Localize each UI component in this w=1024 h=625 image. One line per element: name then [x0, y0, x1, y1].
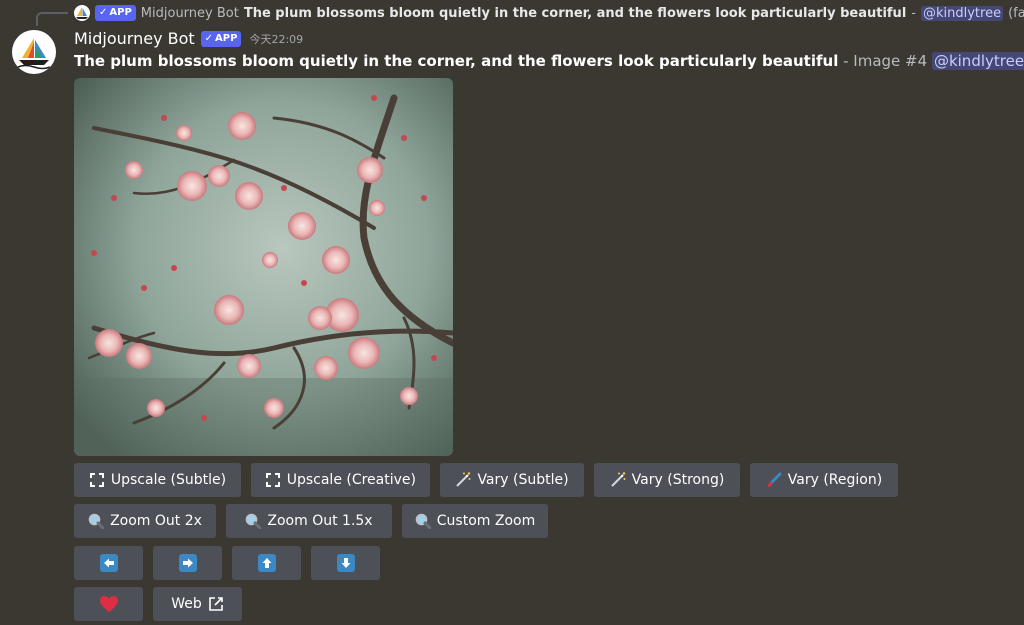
reply-preview[interactable]: ✓ APP Midjourney Bot The plum blossoms b…: [34, 4, 1024, 22]
zoom-out-2x-button[interactable]: Zoom Out 2x: [74, 504, 216, 538]
button-row-3: [74, 546, 380, 580]
message-header: Midjourney Bot ✓ APP 今天22:09: [74, 29, 303, 48]
plum-blossom-artwork: [74, 78, 453, 456]
heart-icon: [99, 594, 119, 614]
pan-down-button[interactable]: [311, 546, 380, 580]
arrow-right-icon: [178, 554, 197, 572]
message-prompt: The plum blossoms bloom quietly in the c…: [74, 52, 839, 70]
sailboat-icon: [17, 38, 51, 70]
expand-arrows-icon: [265, 472, 281, 488]
button-row-4: Web: [74, 587, 242, 621]
custom-zoom-button[interactable]: Custom Zoom: [402, 504, 548, 538]
magic-wand-icon: [455, 472, 471, 488]
message-content: The plum blossoms bloom quietly in the c…: [74, 52, 1024, 70]
vary-region-button[interactable]: Vary (Region): [750, 463, 898, 497]
upscale-subtle-button[interactable]: Upscale (Subtle): [74, 463, 241, 497]
reply-dash: -: [911, 5, 916, 21]
vary-subtle-button[interactable]: Vary (Subtle): [440, 463, 584, 497]
external-link-icon: [208, 596, 224, 612]
reply-avatar[interactable]: [74, 5, 90, 21]
arrow-up-icon: [257, 554, 276, 572]
expand-arrows-icon: [89, 472, 105, 488]
reply-author[interactable]: Midjourney Bot: [141, 6, 239, 21]
magnifier-icon: [88, 513, 105, 529]
check-icon: ✓: [204, 32, 214, 44]
arrow-left-icon: [99, 554, 118, 572]
reply-speed: (fast): [1008, 5, 1024, 21]
magnifier-icon: [245, 513, 262, 529]
reply-mention[interactable]: @kindlytree: [920, 5, 1004, 21]
reply-text[interactable]: The plum blossoms bloom quietly in the c…: [244, 6, 906, 21]
sailboat-icon: [76, 7, 88, 19]
web-link-button[interactable]: Web: [153, 587, 242, 621]
check-icon: ✓: [99, 7, 108, 18]
magic-wand-icon: [610, 472, 626, 488]
bot-avatar[interactable]: [12, 30, 56, 74]
arrow-down-icon: [336, 554, 355, 572]
message-mention[interactable]: @kindlytree: [931, 52, 1024, 70]
pan-left-button[interactable]: [74, 546, 143, 580]
message-timestamp[interactable]: 今天22:09: [249, 31, 303, 47]
zoom-out-1-5x-button[interactable]: Zoom Out 1.5x: [226, 504, 392, 538]
magnifier-icon: [415, 513, 431, 529]
message-image-number: - Image #4: [843, 52, 928, 70]
favorite-button[interactable]: [74, 587, 143, 621]
button-row-2: Zoom Out 2x Zoom Out 1.5x Custom Zoom: [74, 504, 548, 538]
pan-up-button[interactable]: [232, 546, 301, 580]
reply-app-badge: ✓ APP: [95, 5, 136, 21]
message-author[interactable]: Midjourney Bot: [74, 29, 195, 48]
pan-right-button[interactable]: [153, 546, 222, 580]
button-row-1: Upscale (Subtle) Upscale (Creative) Vary…: [74, 463, 898, 497]
upscale-creative-button[interactable]: Upscale (Creative): [251, 463, 430, 497]
vary-strong-button[interactable]: Vary (Strong): [594, 463, 740, 497]
message-app-badge: ✓ APP: [200, 30, 242, 47]
discord-message-view: ✓ APP Midjourney Bot The plum blossoms b…: [0, 0, 1024, 625]
generated-image[interactable]: [74, 78, 453, 456]
paintbrush-icon: [766, 472, 782, 488]
